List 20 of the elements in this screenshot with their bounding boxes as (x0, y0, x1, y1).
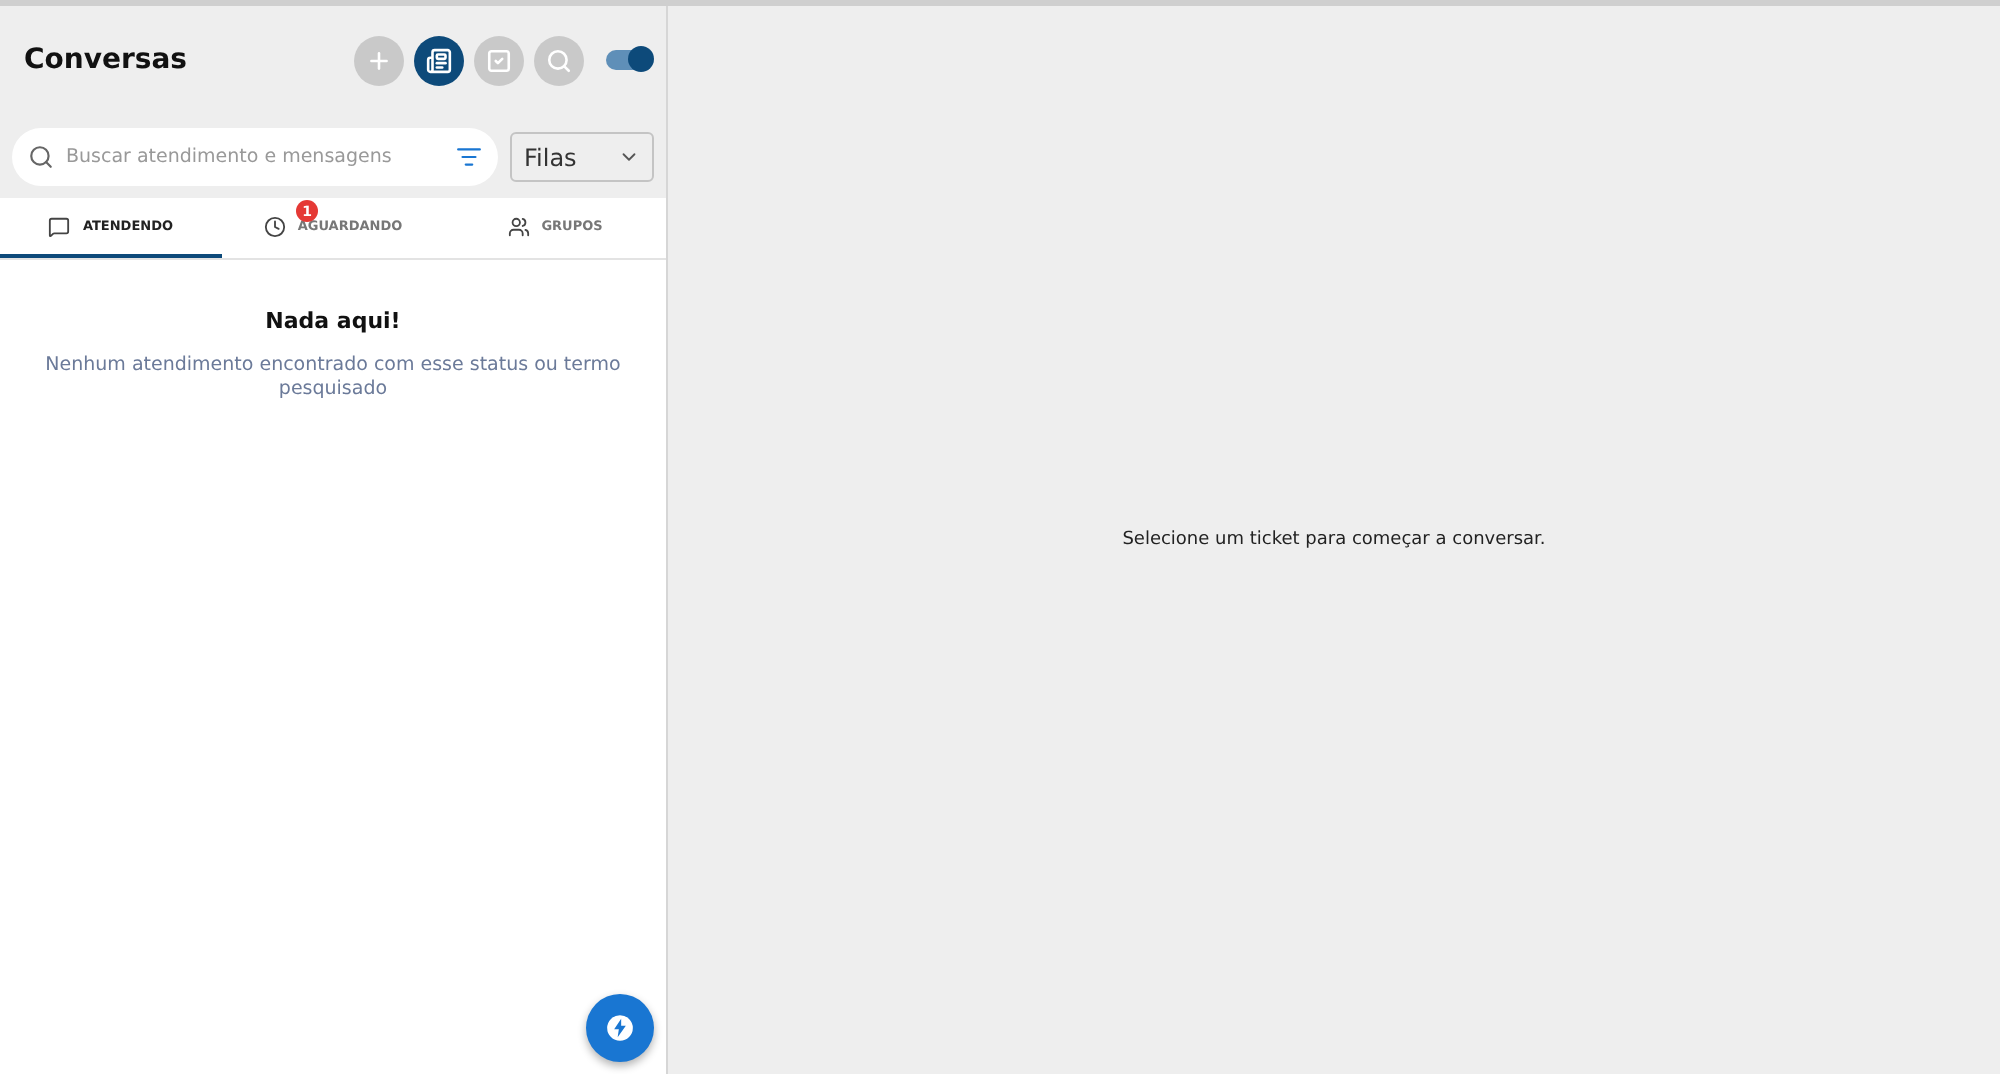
queue-dropdown[interactable]: Filas (510, 132, 654, 182)
quick-action-button[interactable] (586, 994, 654, 1062)
filter-icon[interactable] (456, 144, 482, 170)
empty-message: Nenhum atendimento encontrado com esse status ou termo pesquisado (43, 354, 623, 404)
plus-icon (366, 47, 392, 73)
checkbox-button[interactable] (474, 35, 524, 85)
placeholder-message: Selecione um ticket para começar a conversar. (1122, 530, 1546, 550)
toggle-switch[interactable] (606, 50, 650, 70)
sidebar-title: Conversas (24, 44, 189, 76)
document-icon (426, 47, 452, 73)
bolt-icon (606, 1014, 634, 1042)
search-icon (28, 144, 54, 170)
people-icon (507, 215, 530, 237)
search-bar[interactable]: Buscar atendimento e mensagens (12, 128, 498, 186)
document-button[interactable] (414, 35, 464, 85)
empty-title: Nada aqui! (265, 308, 401, 334)
search-icon (546, 47, 572, 73)
checkbox-icon (486, 47, 512, 73)
clock-icon (263, 215, 286, 237)
chat-icon (48, 215, 71, 237)
